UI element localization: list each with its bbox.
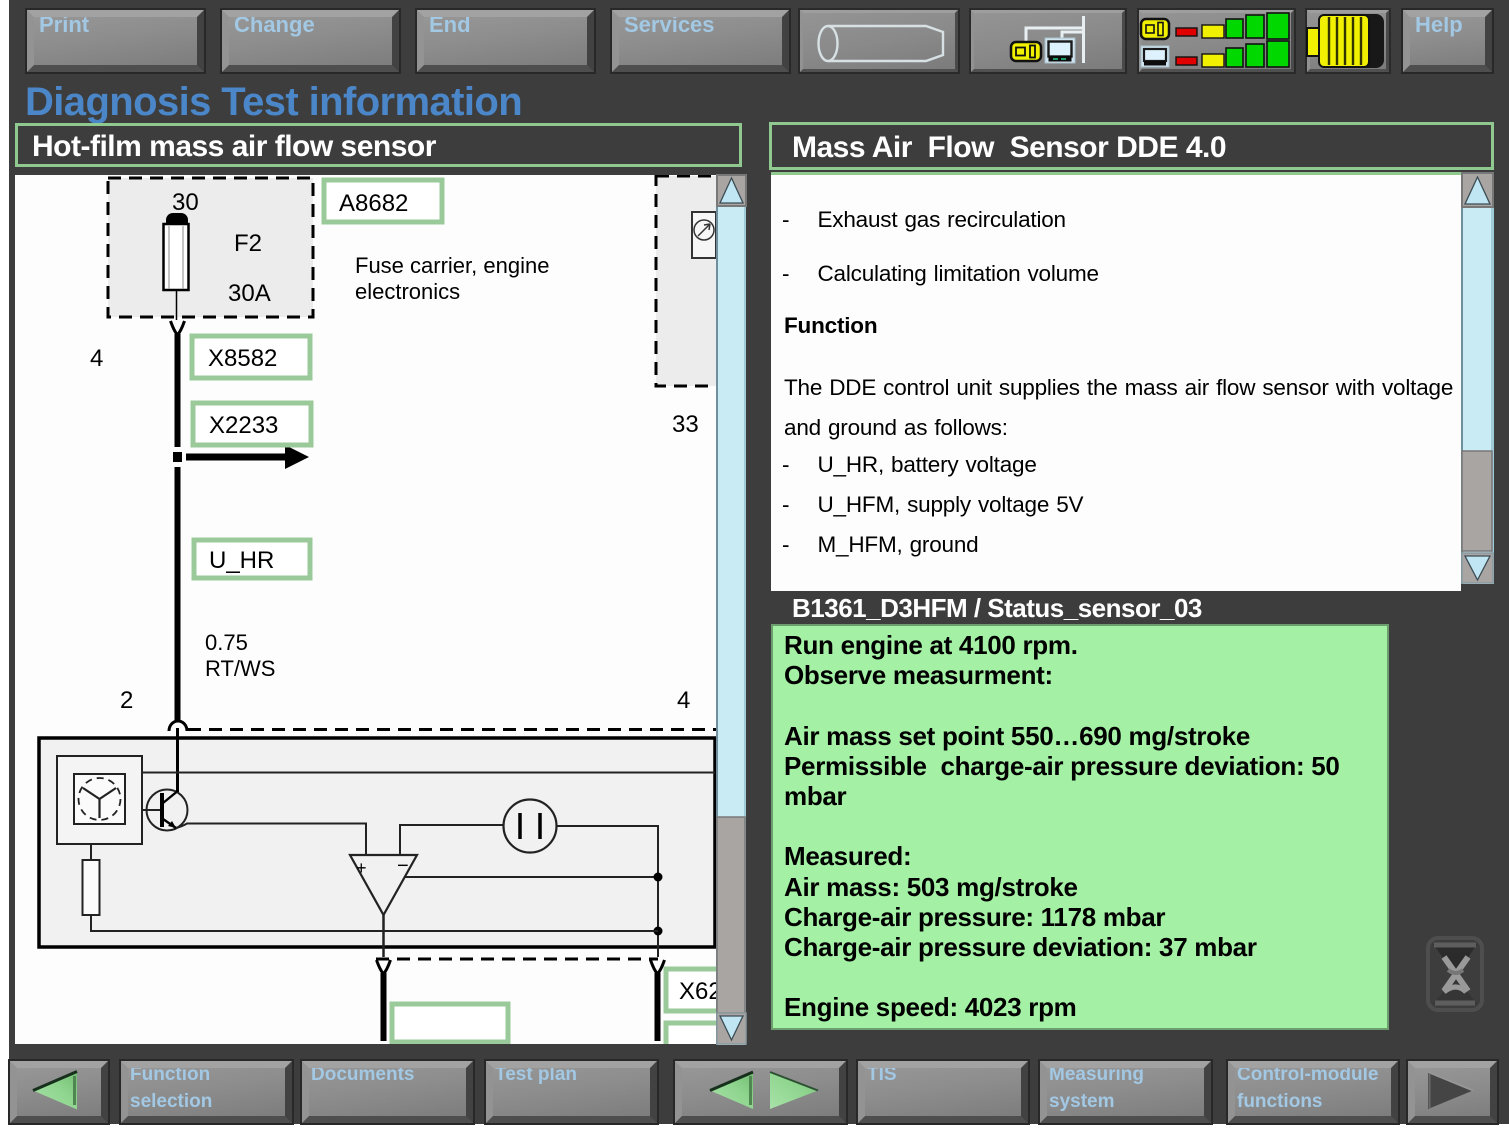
svg-text:0.75: 0.75 xyxy=(205,630,248,655)
svg-text:30A: 30A xyxy=(228,280,271,307)
svg-text:RT/WS: RT/WS xyxy=(205,656,275,681)
svg-text:4: 4 xyxy=(677,687,690,714)
svg-text:33: 33 xyxy=(672,411,699,438)
svg-text:A8682: A8682 xyxy=(339,190,408,217)
svg-text:Fuse carrier, engine: Fuse carrier, engine xyxy=(355,253,549,278)
svg-text:4: 4 xyxy=(90,345,103,372)
svg-text:30: 30 xyxy=(172,189,199,216)
svg-text:electronics: electronics xyxy=(355,279,460,304)
svg-text:−: − xyxy=(397,855,409,877)
svg-text:X8582: X8582 xyxy=(208,345,277,372)
svg-text:2: 2 xyxy=(120,687,133,714)
svg-text:X2233: X2233 xyxy=(209,412,278,439)
svg-text:X622: X622 xyxy=(679,978,716,1005)
svg-text:+: + xyxy=(356,858,367,878)
svg-text:F2: F2 xyxy=(234,230,262,257)
svg-text:U_HR: U_HR xyxy=(209,547,274,574)
